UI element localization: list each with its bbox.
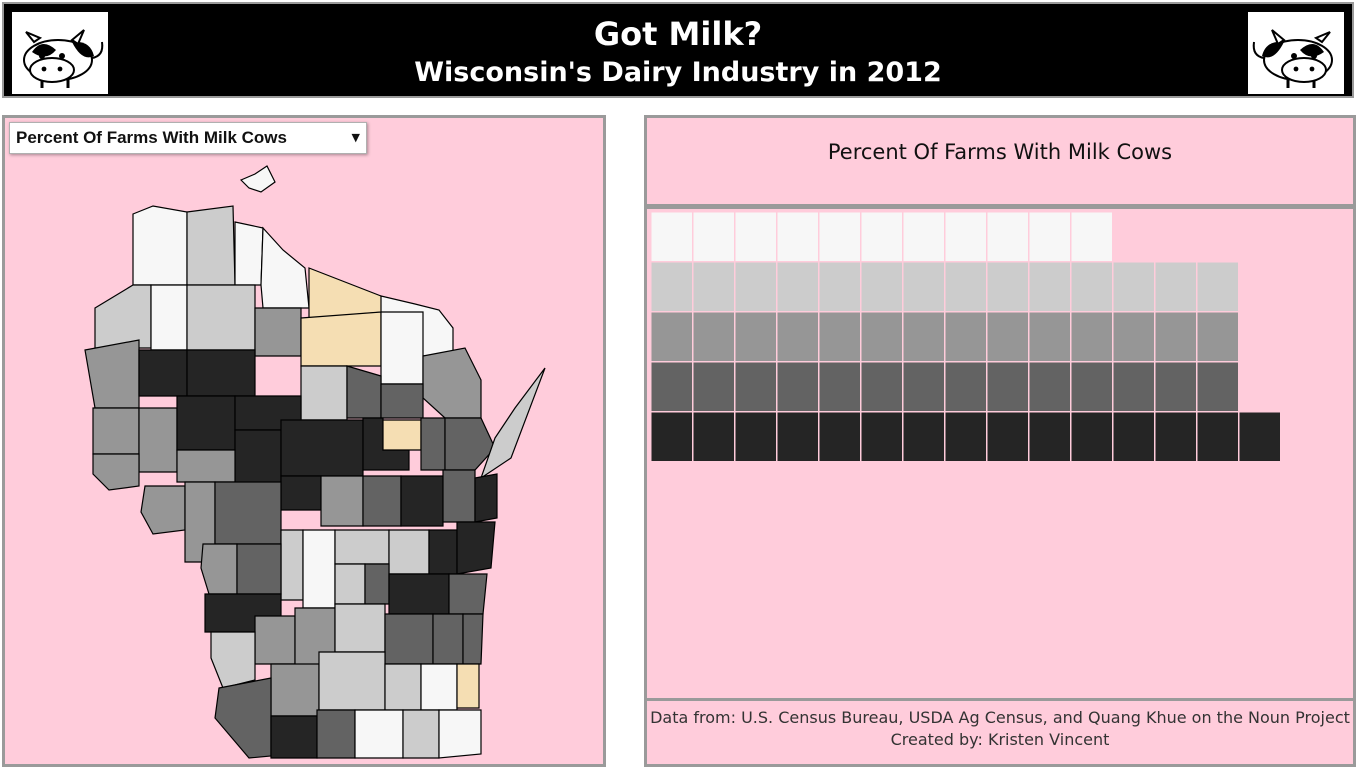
county-square[interactable] [1112, 411, 1155, 462]
chart-panel: Percent Of Farms With Milk Cows Data fro… [644, 115, 1356, 767]
county-square[interactable] [944, 311, 987, 362]
county-square[interactable] [818, 411, 861, 462]
county-square[interactable] [692, 261, 735, 312]
county-square[interactable] [650, 311, 693, 362]
county-square[interactable] [860, 361, 903, 412]
county-square[interactable] [902, 261, 945, 312]
app-header: Got Milk? Wisconsin's Dairy Industry in … [2, 2, 1354, 98]
county-square[interactable] [986, 411, 1029, 462]
county-square[interactable] [650, 361, 693, 412]
county-class-grid [650, 211, 1281, 462]
county-square[interactable] [1154, 261, 1197, 312]
county-square[interactable] [734, 211, 777, 262]
county-square[interactable] [818, 261, 861, 312]
county-square[interactable] [692, 361, 735, 412]
county-square[interactable] [944, 411, 987, 462]
chart-title: Percent Of Farms With Milk Cows [827, 140, 1173, 164]
county-square[interactable] [1028, 261, 1071, 312]
county-square[interactable] [1154, 361, 1197, 412]
county-square[interactable] [818, 211, 861, 262]
credits-footer: Data from: U.S. Census Bureau, USDA Ag C… [647, 698, 1353, 764]
county-square[interactable] [902, 411, 945, 462]
county-square[interactable] [1070, 361, 1113, 412]
county-square[interactable] [944, 261, 987, 312]
chart-title-box: Percent Of Farms With Milk Cows [647, 118, 1353, 209]
county-square[interactable] [860, 311, 903, 362]
county-square[interactable] [986, 361, 1029, 412]
attribute-select-value: Percent Of Farms With Milk Cows [16, 128, 287, 147]
county-square[interactable] [1070, 311, 1113, 362]
county-square[interactable] [1196, 361, 1239, 412]
county-square[interactable] [986, 311, 1029, 362]
county-square[interactable] [1112, 261, 1155, 312]
county-square[interactable] [1070, 211, 1113, 262]
county-square[interactable] [902, 211, 945, 262]
county-square[interactable] [944, 211, 987, 262]
county-square[interactable] [734, 311, 777, 362]
county-square[interactable] [1028, 311, 1071, 362]
county-square[interactable] [776, 361, 819, 412]
county-square[interactable] [860, 411, 903, 462]
county-square[interactable] [818, 311, 861, 362]
county-square[interactable] [650, 211, 693, 262]
county-square[interactable] [1154, 311, 1197, 362]
map-panel: Percent Of Farms With Milk Cows ▼ [2, 115, 606, 767]
county-square[interactable] [860, 261, 903, 312]
county-square[interactable] [776, 311, 819, 362]
county-square[interactable] [986, 261, 1029, 312]
county-square[interactable] [1196, 261, 1239, 312]
county-square[interactable] [692, 211, 735, 262]
wisconsin-county-map[interactable] [5, 118, 603, 764]
county-square[interactable] [1112, 311, 1155, 362]
county-square[interactable] [692, 411, 735, 462]
county-square[interactable] [1028, 211, 1071, 262]
attribute-select[interactable]: Percent Of Farms With Milk Cows ▼ [9, 122, 367, 154]
county-square[interactable] [650, 411, 693, 462]
county-square[interactable] [1154, 411, 1197, 462]
county-square[interactable] [776, 411, 819, 462]
county-square[interactable] [734, 261, 777, 312]
county-square[interactable] [734, 361, 777, 412]
county-square[interactable] [776, 261, 819, 312]
county-square[interactable] [860, 211, 903, 262]
county-square[interactable] [1070, 261, 1113, 312]
county-square[interactable] [818, 361, 861, 412]
cow-icon [1248, 12, 1344, 94]
county-square[interactable] [1196, 411, 1239, 462]
county-square[interactable] [1028, 411, 1071, 462]
page-subtitle: Wisconsin's Dairy Industry in 2012 [414, 57, 942, 88]
county-square[interactable] [1196, 311, 1239, 362]
county-square[interactable] [1028, 361, 1071, 412]
county-square[interactable] [902, 311, 945, 362]
county-square[interactable] [776, 211, 819, 262]
county-square[interactable] [944, 361, 987, 412]
author-text: Created by: Kristen Vincent [890, 730, 1110, 749]
county-square[interactable] [734, 411, 777, 462]
county-square[interactable] [650, 261, 693, 312]
chevron-down-icon: ▼ [351, 131, 360, 144]
county-square[interactable] [1112, 361, 1155, 412]
county-square[interactable] [902, 361, 945, 412]
county-square[interactable] [692, 311, 735, 362]
data-source-text: Data from: U.S. Census Bureau, USDA Ag C… [650, 708, 1350, 727]
county-square[interactable] [986, 211, 1029, 262]
page-title: Got Milk? [593, 15, 763, 53]
county-square[interactable] [1070, 411, 1113, 462]
county-square[interactable] [1238, 411, 1281, 462]
